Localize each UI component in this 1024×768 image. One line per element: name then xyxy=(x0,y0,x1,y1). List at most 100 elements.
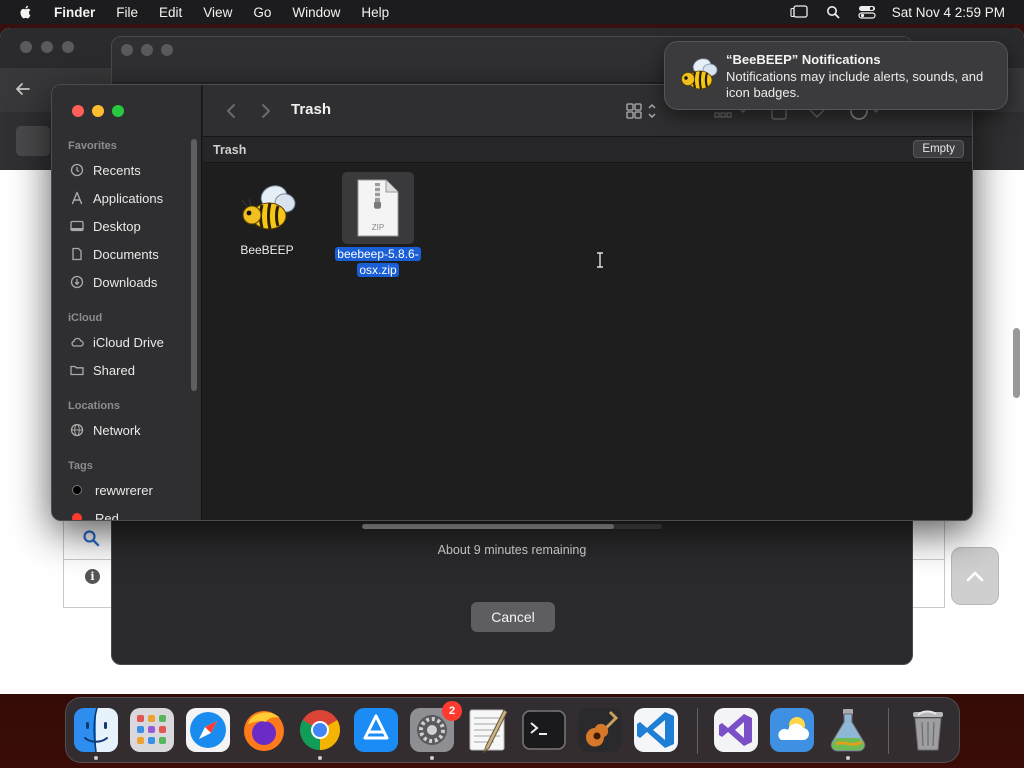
finder-window: Favorites Recents Applications Desktop D… xyxy=(51,84,973,521)
cloud-icon xyxy=(71,337,84,347)
empty-trash-button[interactable]: Empty xyxy=(913,140,964,158)
file-item-beebeep-app[interactable]: BeeBEEP xyxy=(217,176,317,258)
menu-view[interactable]: View xyxy=(203,5,232,20)
file-name-line-1: beebeep-5.8.6- xyxy=(335,247,421,261)
sidebar-item-shared[interactable]: Shared xyxy=(70,359,135,381)
sidebar-item-desktop[interactable]: Desktop xyxy=(70,215,141,237)
page-scrollbar[interactable] xyxy=(1013,328,1020,398)
app-store-icon xyxy=(354,708,398,752)
tag-color-dot xyxy=(72,513,82,520)
sidebar-item-label: Recents xyxy=(93,162,141,178)
shared-folder-icon xyxy=(70,365,84,376)
menu-window[interactable]: Window xyxy=(292,5,340,20)
download-close-button[interactable] xyxy=(121,44,133,56)
running-indicator xyxy=(94,756,98,760)
search-icon xyxy=(83,530,100,547)
zip-archive-icon: ZIP xyxy=(357,179,399,237)
sidebar-item-label: Desktop xyxy=(93,218,141,234)
browser-minimize-button[interactable] xyxy=(41,41,53,53)
site-logo[interactable] xyxy=(16,126,50,156)
download-icon xyxy=(70,275,84,289)
back-chevron-icon[interactable] xyxy=(225,102,237,120)
dock-app-visual-studio[interactable] xyxy=(712,706,760,754)
download-zoom-button[interactable] xyxy=(161,44,173,56)
dock-app-launchpad[interactable] xyxy=(128,706,176,754)
sidebar-scrollbar[interactable] xyxy=(191,139,197,391)
file-thumbnail xyxy=(217,176,317,242)
dock-app-app-store[interactable] xyxy=(352,706,400,754)
bee-app-icon xyxy=(241,185,296,230)
finder-icon xyxy=(74,707,118,753)
sidebar-item-icloud-drive[interactable]: iCloud Drive xyxy=(70,331,164,353)
dock-app-system-settings[interactable]: 2 xyxy=(408,701,462,760)
browser-zoom-button[interactable] xyxy=(62,41,74,53)
firefox-icon xyxy=(244,711,284,751)
sidebar-tag-red[interactable]: Red xyxy=(70,507,119,520)
menu-clock[interactable]: Sat Nov 4 2:59 PM xyxy=(892,5,1005,20)
file-item-beebeep-zip[interactable]: ZIP beebeep-5.8.6- osx.zip xyxy=(328,172,428,278)
menu-edit[interactable]: Edit xyxy=(159,5,182,20)
sidebar-item-network[interactable]: Network xyxy=(70,419,141,441)
launchpad-icon xyxy=(130,708,174,752)
menu-help[interactable]: Help xyxy=(361,5,389,20)
menu-file[interactable]: File xyxy=(116,5,138,20)
browser-close-button[interactable] xyxy=(20,41,32,53)
finder-close-button[interactable] xyxy=(72,105,84,117)
file-thumbnail: ZIP xyxy=(342,172,414,244)
vscode-icon xyxy=(634,708,678,752)
sidebar-item-applications[interactable]: Applications xyxy=(70,187,163,209)
cancel-button[interactable]: Cancel xyxy=(471,602,555,632)
safari-icon xyxy=(186,708,230,752)
scroll-to-top-button[interactable] xyxy=(951,547,999,605)
download-minimize-button[interactable] xyxy=(141,44,153,56)
sidebar-header-favorites: Favorites xyxy=(68,140,117,152)
clock-icon xyxy=(70,163,84,177)
visual-studio-icon xyxy=(714,708,758,752)
dock-app-weather[interactable] xyxy=(768,706,816,754)
terminal-icon xyxy=(522,710,566,750)
text-cursor-icon xyxy=(597,252,603,268)
dock-app-textedit[interactable] xyxy=(464,706,512,754)
finder-content-area[interactable]: BeeBEEP ZIP beebeep-5.8.6- osx.zip xyxy=(203,164,972,520)
browser-back-icon[interactable] xyxy=(14,80,32,98)
dock-app-image-tool[interactable] xyxy=(824,706,872,760)
spotlight-search-icon[interactable] xyxy=(824,5,842,19)
sidebar-item-downloads[interactable]: Downloads xyxy=(70,271,157,293)
control-center-icon[interactable] xyxy=(858,5,876,19)
sidebar-item-documents[interactable]: Documents xyxy=(70,243,159,265)
sidebar-header-locations: Locations xyxy=(68,400,120,412)
dock-app-terminal[interactable] xyxy=(520,706,568,754)
dock-app-garageband[interactable] xyxy=(576,706,624,754)
dock-app-chrome[interactable] xyxy=(296,706,344,760)
stage-manager-icon[interactable] xyxy=(790,5,808,19)
applications-icon xyxy=(71,191,83,205)
finder-minimize-button[interactable] xyxy=(92,105,104,117)
forward-chevron-icon[interactable] xyxy=(260,102,272,120)
sidebar-item-label: Documents xyxy=(93,246,159,262)
zip-badge-text: ZIP xyxy=(372,223,384,232)
document-icon xyxy=(72,247,82,261)
textedit-icon xyxy=(469,709,508,754)
desktop-icon xyxy=(70,220,84,232)
notification-banner[interactable]: “BeeBEEP” Notifications Notifications ma… xyxy=(664,41,1008,110)
dock-separator xyxy=(888,708,889,754)
trash-path-label: Trash xyxy=(213,143,247,157)
finder-zoom-button[interactable] xyxy=(112,105,124,117)
weather-icon xyxy=(770,708,814,752)
sidebar-tag-rewwrerer[interactable]: rewwrerer xyxy=(70,479,153,501)
menu-go[interactable]: Go xyxy=(253,5,271,20)
dock-app-trash[interactable] xyxy=(904,706,952,754)
sidebar-item-recents[interactable]: Recents xyxy=(70,159,141,181)
dock-app-safari[interactable] xyxy=(184,706,232,754)
chevron-up-icon xyxy=(966,571,984,582)
dock-app-finder[interactable] xyxy=(72,706,120,760)
dock-app-vscode[interactable] xyxy=(632,706,680,754)
sidebar-item-label: Applications xyxy=(93,190,164,206)
chrome-icon xyxy=(300,710,340,750)
dock-app-firefox[interactable] xyxy=(240,706,288,754)
sidebar-item-label: Network xyxy=(93,422,141,438)
menu-app-name[interactable]: Finder xyxy=(54,5,95,20)
guitar-icon xyxy=(578,708,622,752)
view-grid-icon[interactable] xyxy=(625,101,659,121)
apple-icon[interactable] xyxy=(18,4,34,20)
